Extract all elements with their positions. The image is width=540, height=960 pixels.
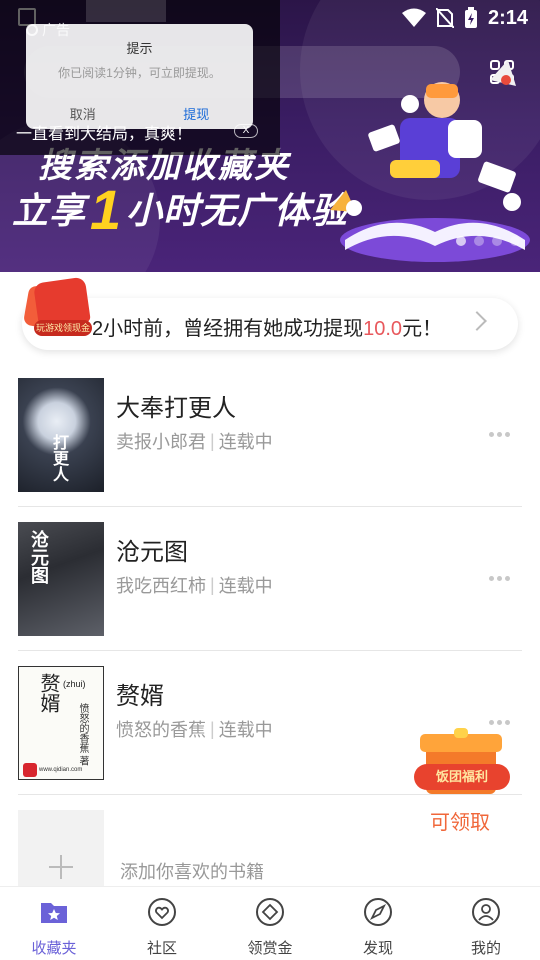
tab-label: 发现 (362, 940, 393, 957)
ad-caption: 一直看到大结局，真爽！ (16, 126, 193, 143)
book-cover-site: www.qidian.com (39, 767, 83, 773)
banner-subheadline-prefix: 立享 (12, 190, 87, 231)
wifi-icon (401, 8, 426, 27)
book-meta: 愤怒的香蕉 | 连载中 (116, 716, 273, 742)
page-dot (510, 236, 520, 246)
gift-claim-label[interactable]: 可领取 (430, 806, 490, 835)
book-cover-subtitle: (zhui) (63, 679, 86, 689)
book-title: 大奉打更人 (116, 395, 236, 422)
withdraw-notice[interactable]: 2小时前，曾经拥有她成功提现10.0元！ (22, 298, 518, 350)
book-cover-title: 赘婿 (37, 673, 61, 713)
book-item[interactable]: 打更人 大奉打更人 卖报小郎君 | 连载中 (18, 378, 522, 492)
compass-icon (364, 898, 392, 926)
tab-label: 收藏夹 (31, 940, 77, 957)
bookmark-folder-icon (41, 903, 67, 923)
more-options-icon[interactable] (489, 432, 510, 437)
divider (18, 506, 522, 507)
ad-thumbnail (86, 0, 166, 22)
bottom-tab-bar: 收藏夹 社区 领赏金 发现 我的 (0, 886, 540, 960)
ad-tag-label: 广告 (42, 22, 70, 38)
tab-label: 领赏金 (247, 940, 293, 957)
red-envelope-icon[interactable]: 玩游戏领现金 (22, 274, 96, 342)
divider (18, 650, 522, 651)
heart-bubble-icon (148, 898, 176, 926)
gift-badge: 饭团福利 (414, 764, 510, 790)
ad-close-button[interactable]: X (234, 124, 258, 138)
banner-subheadline-suffix: 小时无广体验 (126, 190, 349, 231)
book-cover-author: 愤怒的香蕉 著 (77, 703, 88, 766)
ad-overlay[interactable]: 提示 你已阅读1分钟，可立即提现。 取消 提现 广告 一直看到大结局，真爽！ X (0, 0, 280, 155)
book-cover-title: 打更人 (50, 434, 67, 482)
notice-text-suffix: 元！ (402, 318, 443, 340)
battery-charging-icon (464, 7, 477, 28)
banner-subheadline: 立享 1 小时无广体验 (12, 178, 349, 241)
book-status: 连载中 (218, 576, 273, 596)
chevron-right-icon (467, 311, 487, 331)
tab-bounty[interactable]: 领赏金 (216, 887, 324, 960)
book-meta: 我吃西红柿 | 连载中 (116, 572, 273, 598)
page-dot (474, 236, 484, 246)
ad-dialog-title: 提示 (126, 41, 153, 56)
ad-dialog-message: 你已阅读1分钟，可立即提现。 (58, 66, 221, 80)
more-options-icon[interactable] (489, 720, 510, 725)
tab-discover[interactable]: 发现 (324, 887, 432, 960)
book-author: 卖报小郎君 (116, 432, 206, 452)
publisher-logo (23, 763, 37, 777)
user-icon (472, 898, 500, 926)
page-dot (492, 236, 502, 246)
notice-text: 2小时前，曾经拥有她成功提现10.0元！ (92, 312, 442, 341)
meta-separator: | (210, 718, 215, 739)
ad-tag: 广告 (26, 20, 70, 40)
banner-subheadline-number: 1 (90, 178, 123, 241)
meta-separator: | (210, 574, 215, 595)
book-meta: 卖报小郎君 | 连载中 (116, 428, 273, 454)
book-cover[interactable]: 赘婿 (zhui) 愤怒的香蕉 著 www.qidian.com (18, 666, 104, 780)
notice-text-prefix: 2小时前，曾经拥有她成功提现 (92, 318, 364, 340)
add-book-label: 添加你喜欢的书籍 (120, 862, 264, 882)
status-time: 2:14 (487, 6, 528, 29)
page-dot (456, 236, 466, 246)
book-status: 连载中 (218, 720, 273, 740)
ad-settings-icon (26, 24, 38, 36)
book-author: 愤怒的香蕉 (116, 720, 206, 740)
gift-box-icon[interactable]: 饭团福利 (414, 728, 510, 808)
tab-community[interactable]: 社区 (108, 887, 216, 960)
more-options-icon[interactable] (489, 576, 510, 581)
book-title: 赘婿 (116, 683, 164, 710)
red-envelope-badge: 玩游戏领现金 (34, 320, 92, 336)
book-cover[interactable]: 沧元图 (18, 522, 104, 636)
book-status: 连载中 (218, 432, 273, 452)
tab-label: 社区 (146, 940, 177, 957)
book-item[interactable]: 沧元图 沧元图 我吃西红柿 | 连载中 (18, 522, 522, 636)
book-author: 我吃西红柿 (116, 576, 206, 596)
diamond-coin-icon (256, 898, 284, 926)
tab-label: 我的 (470, 940, 501, 957)
meta-separator: | (210, 430, 215, 451)
banner-pagination (456, 236, 520, 246)
tab-favorites[interactable]: 收藏夹 (0, 887, 108, 960)
no-sim-icon (435, 8, 454, 28)
tab-profile[interactable]: 我的 (432, 887, 540, 960)
book-cover[interactable]: 打更人 (18, 378, 104, 492)
book-title: 沧元图 (116, 539, 188, 566)
notice-amount: 10.0 (363, 318, 403, 340)
book-cover-title: 沧元图 (29, 530, 49, 584)
